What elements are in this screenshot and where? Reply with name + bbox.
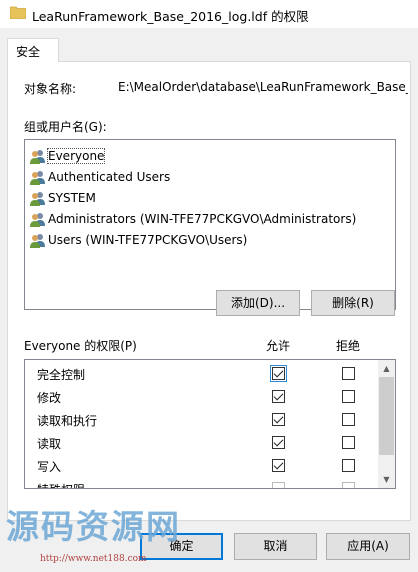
allow-checkbox[interactable] (270, 365, 287, 382)
user-group-icon (30, 171, 45, 185)
allow-checkbox[interactable] (272, 459, 285, 472)
add-button[interactable]: 添加(D)... (216, 290, 300, 316)
user-list-item[interactable]: SYSTEM (29, 188, 96, 208)
cancel-button[interactable]: 取消 (234, 533, 317, 560)
permission-row: 完全控制 (25, 363, 379, 386)
tab-security[interactable]: 安全 (7, 38, 59, 62)
deny-header: 拒绝 (336, 339, 361, 353)
user-name: SYSTEM (48, 191, 96, 205)
scroll-up-icon[interactable]: ▲ (378, 360, 395, 377)
permission-row: 读取和执行 (25, 409, 379, 432)
permission-row: 特殊权限 (25, 478, 379, 488)
user-name: Authenticated Users (48, 170, 171, 184)
allow-checkbox[interactable] (272, 413, 285, 426)
user-name: Administrators (WIN-TFE77PCKGVO\Administ… (48, 212, 357, 226)
user-list-item[interactable]: Everyone (29, 146, 106, 166)
user-group-icon (30, 192, 45, 206)
permission-name: 特殊权限 (37, 481, 85, 488)
scroll-down-icon[interactable]: ▼ (378, 471, 395, 488)
user-name: Users (WIN-TFE77PCKGVO\Users) (48, 233, 248, 247)
deny-checkbox[interactable] (342, 459, 355, 472)
allow-checkbox[interactable] (272, 390, 285, 403)
permissions-list: ▲ ▼ 完全控制修改读取和执行读取写入特殊权限 (24, 359, 396, 489)
user-group-icon (30, 213, 45, 227)
scroll-thumb[interactable] (379, 377, 394, 455)
deny-checkbox[interactable] (342, 413, 355, 426)
folder-icon (10, 6, 26, 19)
remove-button[interactable]: 删除(R) (311, 290, 395, 316)
permission-name: 读取 (37, 437, 62, 451)
window-title: LeaRunFramework_Base_2016_log.ldf 的权限 (32, 9, 309, 24)
permission-name: 完全控制 (37, 368, 86, 382)
object-name-label: 对象名称: (24, 82, 77, 96)
user-group-icon (30, 234, 45, 248)
object-name-value: E:\MealOrder\database\LeaRunFramework_Ba… (118, 80, 408, 94)
security-panel: 对象名称: E:\MealOrder\database\LeaRunFramew… (7, 61, 411, 521)
permissions-label: Everyone 的权限(P) (24, 339, 137, 353)
user-list-item[interactable]: Administrators (WIN-TFE77PCKGVO\Administ… (29, 209, 356, 229)
deny-checkbox[interactable] (342, 436, 355, 449)
permissions-scrollbar[interactable]: ▲ ▼ (378, 360, 395, 488)
allow-checkbox[interactable] (272, 482, 285, 488)
user-name: Everyone (46, 148, 106, 164)
watermark-text: 源码资源网 (6, 507, 181, 546)
allow-checkbox[interactable] (272, 436, 285, 449)
permission-name: 写入 (37, 460, 62, 474)
permission-name: 读取和执行 (37, 414, 98, 428)
allow-header: 允许 (266, 339, 291, 353)
deny-checkbox[interactable] (342, 367, 355, 380)
permission-row: 修改 (25, 386, 379, 409)
permission-row: 读取 (25, 432, 379, 455)
user-list-item[interactable]: Authenticated Users (29, 167, 170, 187)
deny-checkbox[interactable] (342, 482, 355, 488)
watermark-url: http://www.net188.com (40, 554, 147, 564)
tab-strip (0, 28, 418, 60)
apply-button[interactable]: 应用(A) (326, 533, 410, 560)
permission-row: 写入 (25, 455, 379, 478)
tab-security-label: 安全 (16, 45, 41, 59)
permission-name: 修改 (37, 391, 62, 405)
user-list-item[interactable]: Users (WIN-TFE77PCKGVO\Users) (29, 230, 247, 250)
user-group-icon (30, 150, 45, 164)
title-bar: LeaRunFramework_Base_2016_log.ldf 的权限 (0, 0, 418, 28)
users-label: 组或用户名(G): (24, 120, 107, 134)
deny-checkbox[interactable] (342, 390, 355, 403)
user-list[interactable]: Everyone Authenticated Users SYSTEM Adminis… (24, 139, 396, 310)
